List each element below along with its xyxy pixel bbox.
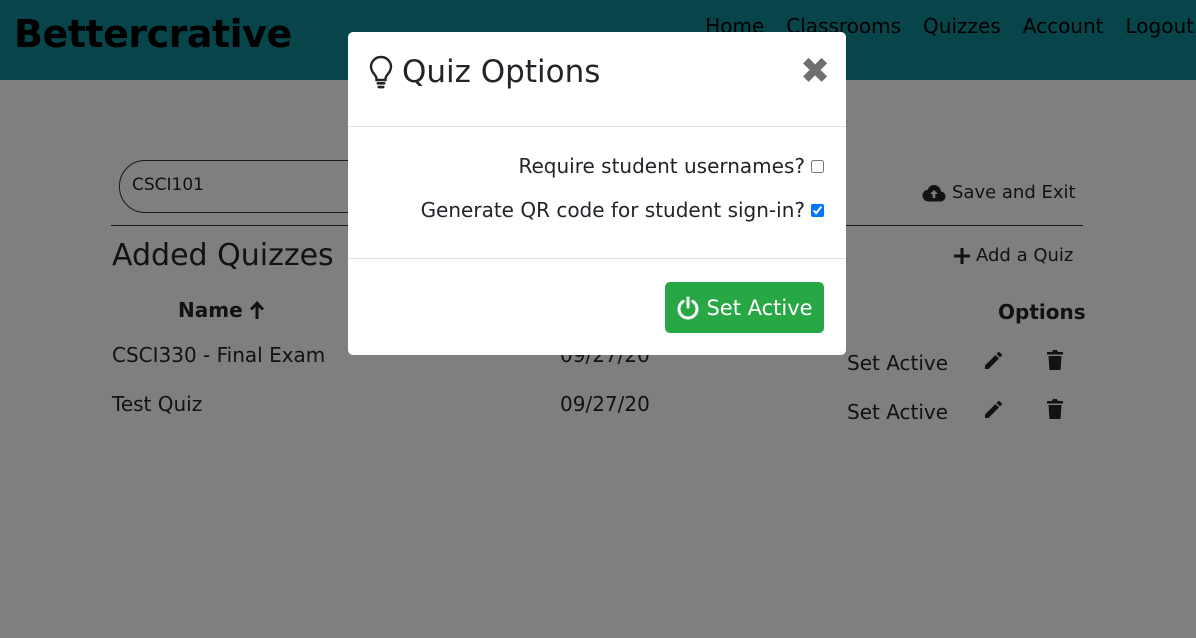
modal-body: Require student usernames? Generate QR c… bbox=[348, 127, 846, 259]
generate-qr-checkbox[interactable] bbox=[811, 203, 824, 217]
require-usernames-checkbox[interactable] bbox=[811, 159, 824, 173]
generate-qr-option[interactable]: Generate QR code for student sign-in? bbox=[421, 198, 824, 222]
modal-header: Quiz Options ✖ bbox=[348, 32, 846, 127]
modal-title-text: Quiz Options bbox=[402, 54, 601, 90]
modal-title: Quiz Options bbox=[368, 54, 600, 90]
require-usernames-option[interactable]: Require student usernames? bbox=[518, 154, 824, 178]
power-icon bbox=[677, 296, 699, 319]
close-icon[interactable]: ✖ bbox=[800, 54, 830, 90]
lightbulb-icon bbox=[369, 55, 393, 89]
require-usernames-label: Require student usernames? bbox=[518, 154, 805, 178]
quiz-options-modal: Quiz Options ✖ Require student usernames… bbox=[348, 32, 846, 355]
set-active-button-label: Set Active bbox=[706, 295, 813, 320]
generate-qr-label: Generate QR code for student sign-in? bbox=[420, 198, 805, 222]
set-active-button[interactable]: Set Active bbox=[665, 282, 824, 333]
